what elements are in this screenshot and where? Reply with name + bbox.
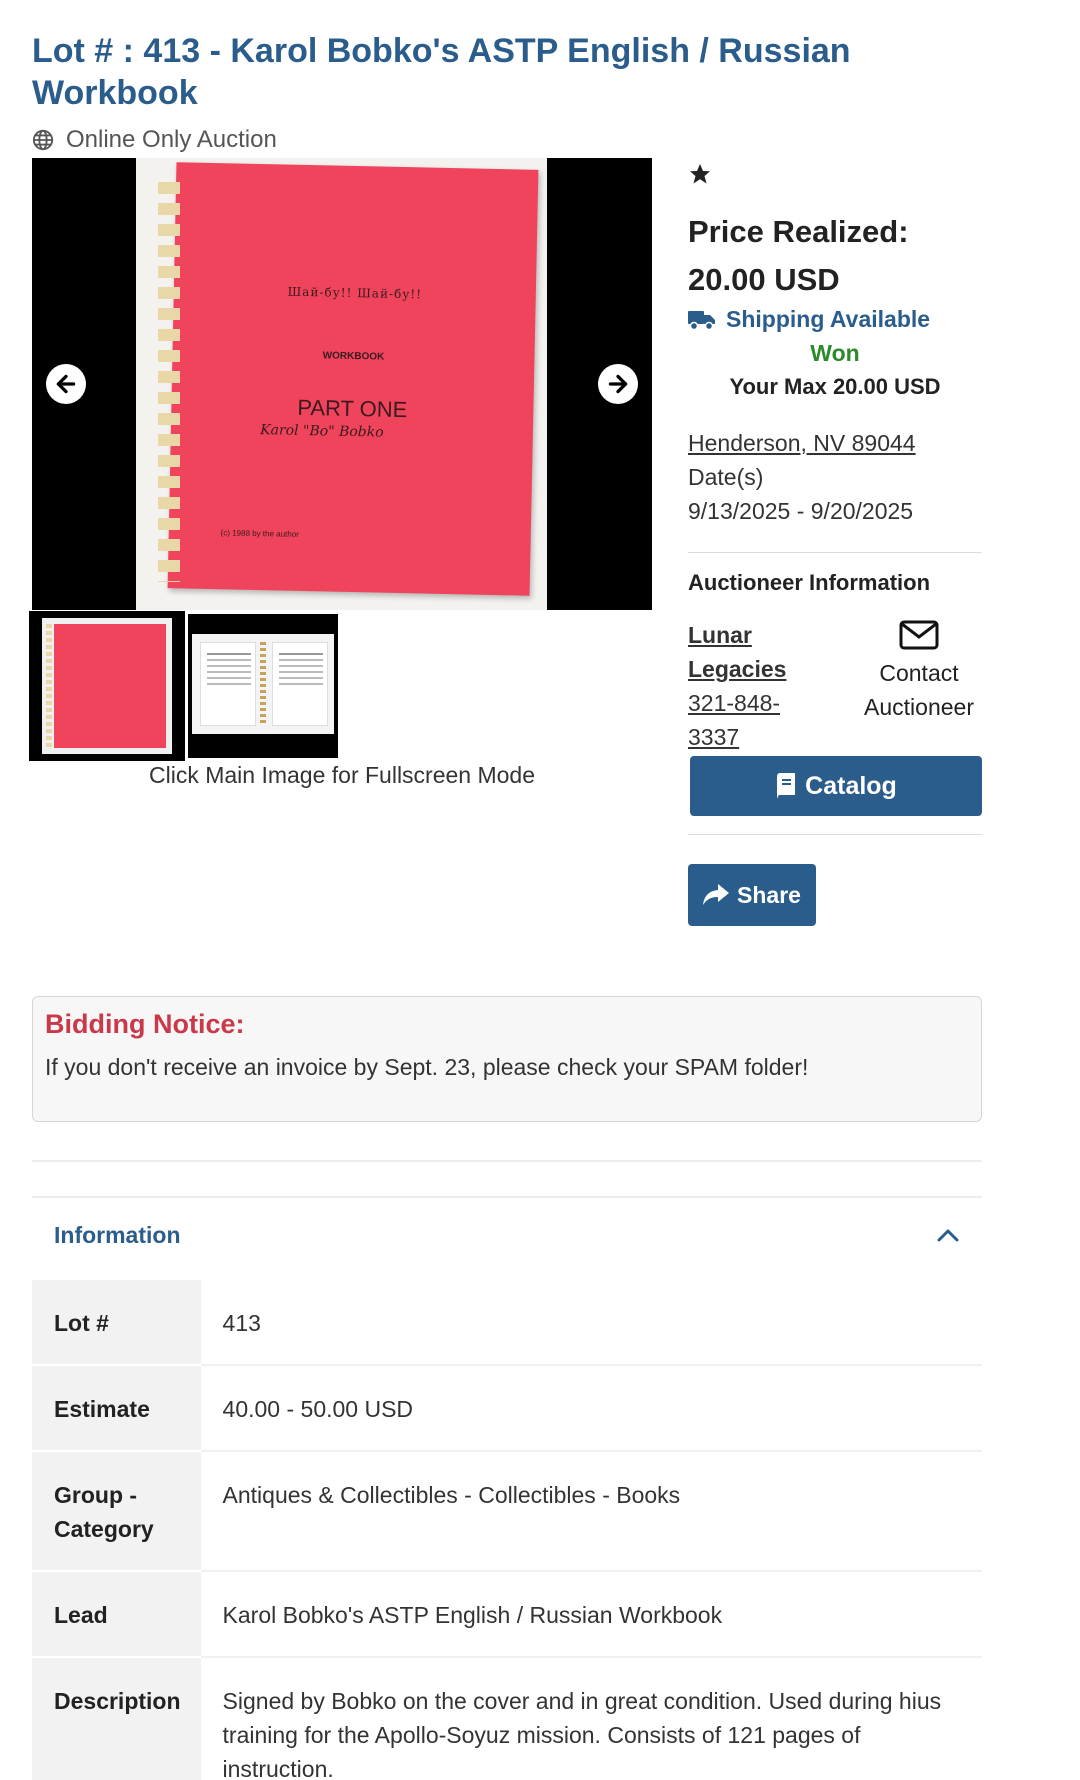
main-image[interactable]: Шай-бу!! Шай-бу!! WORKBOOK PART ONE Karo… — [32, 158, 652, 610]
table-row: Lot # 413 — [32, 1280, 982, 1366]
table-row: Estimate 40.00 - 50.00 USD — [32, 1366, 982, 1452]
previous-image-button[interactable] — [46, 364, 86, 404]
row-key: Lot # — [32, 1280, 201, 1366]
max-bid: Your Max 20.00 USD — [729, 374, 941, 399]
row-value: 413 — [200, 1280, 982, 1366]
divider — [688, 834, 982, 835]
cover-text-russian: Шай-бу!! Шай-бу!! — [287, 284, 423, 302]
divider — [688, 552, 982, 553]
truck-icon — [688, 310, 715, 330]
envelope-icon — [899, 620, 939, 650]
arrow-left-icon — [56, 374, 76, 394]
cover-text-workbook: WORKBOOK — [322, 350, 385, 363]
share-button[interactable]: Share — [688, 864, 816, 926]
auctioneer-heading: Auctioneer Information — [688, 570, 931, 595]
notice-text: If you don't receive an invoice by Sept.… — [45, 1054, 809, 1080]
star-icon — [690, 164, 710, 184]
fullscreen-hint: Click Main Image for Fullscreen Mode — [148, 762, 536, 788]
row-key: Estimate — [32, 1366, 201, 1452]
shipping-available: Shipping Available — [688, 306, 930, 333]
arrow-right-icon — [608, 374, 628, 394]
auction-type: Online Only Auction — [32, 126, 277, 154]
row-value: Antiques & Collectibles - Collectibles -… — [200, 1452, 982, 1572]
table-row: Lead Karol Bobko's ASTP English / Russia… — [32, 1572, 982, 1658]
share-label: Share — [737, 881, 801, 908]
row-value: 40.00 - 50.00 USD — [200, 1366, 982, 1452]
contact-label: Contact Auctioneer — [864, 660, 974, 720]
status-badge: Won — [810, 340, 860, 366]
thumbnail-cover[interactable] — [29, 611, 185, 761]
row-key: Description — [32, 1658, 201, 1780]
row-key: Lead — [32, 1572, 201, 1658]
workbook-photo: Шай-бу!! Шай-бу!! WORKBOOK PART ONE Karo… — [136, 158, 547, 610]
auction-type-label: Online Only Auction — [66, 126, 277, 153]
information-heading: Information — [54, 1221, 181, 1248]
bidding-notice: Bidding Notice: If you don't receive an … — [32, 996, 982, 1122]
chevron-up-icon — [937, 1229, 959, 1242]
next-image-button[interactable] — [598, 364, 638, 404]
thumbnail-inside-pages[interactable] — [188, 614, 338, 758]
watch-star-button[interactable] — [688, 162, 712, 191]
globe-icon — [32, 129, 54, 151]
shipping-label: Shipping Available — [726, 306, 931, 332]
book-icon — [777, 773, 796, 799]
notice-title: Bidding Notice: — [45, 1009, 245, 1039]
share-icon — [703, 884, 730, 905]
information-table: Lot # 413 Estimate 40.00 - 50.00 USD Gro… — [32, 1280, 982, 1780]
contact-auctioneer-button[interactable]: Contact Auctioneer — [856, 620, 982, 724]
catalog-button[interactable]: Catalog — [690, 756, 982, 816]
dates-value: 9/13/2025 - 9/20/2025 — [688, 498, 914, 524]
table-row: Group - Category Antiques & Collectibles… — [32, 1452, 982, 1572]
price-label: Price Realized: — [688, 214, 909, 249]
row-value: Signed by Bobko on the cover and in grea… — [201, 1658, 982, 1780]
lot-title: Lot # : 413 - Karol Bobko's ASTP English… — [32, 32, 851, 112]
row-key: Group - Category — [32, 1452, 201, 1572]
dates-label: Date(s) — [688, 464, 764, 490]
location-link[interactable]: Henderson, NV 89044 — [688, 430, 916, 457]
table-row: Description Signed by Bobko on the cover… — [32, 1658, 982, 1780]
auctioneer-phone-link[interactable]: 321-848-3337 — [688, 686, 798, 754]
thumbnail-strip — [29, 611, 338, 761]
information-toggle[interactable]: Information — [32, 1198, 982, 1272]
price-value: 20.00 USD — [688, 262, 840, 297]
cover-copyright: (c) 1988 by the author — [220, 528, 299, 539]
spiral-binding — [158, 182, 180, 582]
divider — [32, 1160, 982, 1162]
catalog-label: Catalog — [805, 771, 897, 800]
auctioneer-name-link[interactable]: Lunar Legacies — [688, 618, 798, 686]
row-value: Karol Bobko's ASTP English / Russian Wor… — [200, 1572, 982, 1658]
